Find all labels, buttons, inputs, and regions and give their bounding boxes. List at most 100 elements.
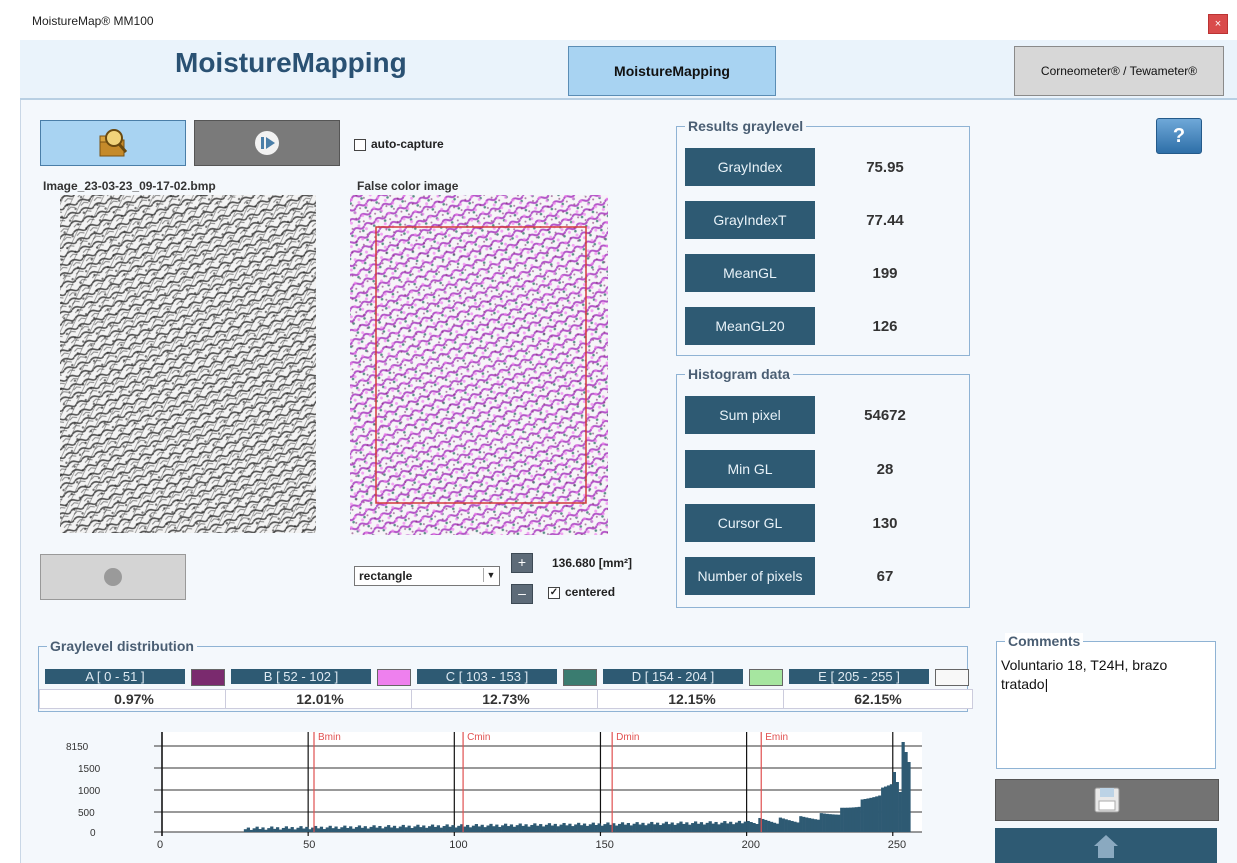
open-image-button[interactable] (40, 120, 186, 166)
histogram-bar (828, 814, 832, 832)
dist-class-label: C [ 103 - 153 ] (417, 669, 557, 684)
histogram-bar (249, 829, 253, 832)
grayindex-value: 75.95 (866, 159, 904, 176)
histogram-bar (860, 799, 864, 832)
histogram-bar (743, 821, 747, 832)
histogram-bar (296, 827, 300, 832)
results-group-title: Results graylevel (685, 118, 807, 134)
histogram-bar (585, 825, 590, 832)
histogram-bar (512, 826, 516, 832)
help-button[interactable]: ? (1156, 118, 1202, 154)
histogram-bar (734, 822, 739, 832)
histogram-bar (746, 821, 750, 832)
histogram-bar (349, 826, 353, 832)
histogram-bar (884, 786, 888, 832)
histogram-data-group: Histogram data Sum pixel 54672 Min GL 28… (676, 366, 970, 608)
histogram-bar (425, 827, 429, 832)
histogram-bar (290, 827, 294, 832)
record-button[interactable] (40, 554, 186, 600)
histogram-bar (790, 820, 794, 832)
dist-class-label: E [ 205 - 255 ] (789, 669, 929, 684)
tab-corneometer[interactable]: Corneometer® / Tewameter® (1014, 46, 1224, 96)
histogram-bar (813, 819, 818, 832)
dist-color-swatch (935, 669, 969, 686)
increase-roi-button[interactable]: + (511, 553, 533, 573)
histogram-bar (878, 795, 882, 832)
histogram-bar (270, 826, 274, 832)
roi-shape-select[interactable]: rectangle ▼ (354, 566, 500, 586)
home-icon (1094, 834, 1118, 858)
histogram-bar (863, 798, 867, 832)
comments-textarea[interactable]: Voluntario 18, T24H, brazo tratado| (1001, 656, 1211, 694)
histogram-bar (501, 825, 505, 832)
histogram-bar (694, 821, 698, 832)
histogram-bar (416, 824, 420, 832)
class-marker-label: Emin (765, 732, 788, 743)
histogram-bar (618, 823, 622, 832)
y-tick-label: 0 (90, 828, 96, 839)
histogram-bar (384, 826, 388, 832)
histogram-bar (337, 828, 341, 832)
y-tick-label: 500 (78, 808, 95, 819)
histogram-bar (258, 829, 262, 832)
histogram-bar (623, 824, 628, 832)
auto-capture-checkbox[interactable]: auto-capture (354, 137, 444, 151)
histogram-bar (404, 827, 408, 832)
x-tick-label: 100 (449, 839, 467, 851)
close-button[interactable]: × (1208, 14, 1228, 34)
histogram-bar (597, 823, 601, 832)
histogram-bar (857, 806, 861, 832)
histogram-bar (822, 813, 826, 832)
histogram-bar (869, 797, 873, 832)
graylevel-distribution-group: Graylevel distribution A [ 0 - 51 ] 0.97… (38, 638, 973, 712)
checkbox-box[interactable]: ✓ (548, 586, 560, 599)
histogram-bar (451, 825, 455, 832)
histogram-bar (243, 829, 248, 832)
histogram-bar (264, 829, 268, 832)
capture-button[interactable] (194, 120, 340, 166)
histogram-bar (834, 814, 838, 832)
decrease-roi-button[interactable]: – (511, 584, 533, 604)
histogram-bar (419, 827, 423, 832)
histogram-bar (638, 824, 642, 832)
histogram-bar (799, 816, 803, 832)
dist-class-label: D [ 154 - 204 ] (603, 669, 743, 684)
number-of-pixels-label: Number of pixels (685, 557, 815, 595)
histogram-bar (699, 822, 704, 832)
histogram-bar (653, 824, 657, 832)
histogram-bar (816, 819, 820, 832)
histogram-bar (308, 829, 312, 832)
histogram-group-title: Histogram data (685, 366, 793, 382)
histogram-bar (246, 827, 250, 832)
histogram-bar (468, 827, 473, 832)
histogram-bar (737, 820, 742, 832)
cursor-gl-value: 130 (872, 515, 898, 532)
histogram-bar (682, 823, 686, 832)
histogram-bar (667, 824, 671, 832)
centered-checkbox[interactable]: ✓ centered (548, 585, 615, 599)
histogram-bar (848, 807, 853, 832)
histogram-bar (641, 822, 645, 832)
histogram-bar (851, 807, 856, 832)
checkbox-box[interactable] (354, 138, 366, 151)
grayindext-value: 77.44 (866, 212, 904, 229)
histogram-bar (442, 826, 446, 832)
home-button[interactable] (995, 828, 1217, 863)
histogram-bar (281, 827, 286, 832)
histogram-bar (457, 825, 461, 832)
save-button[interactable] (995, 779, 1219, 821)
record-dot-icon (104, 568, 122, 586)
histogram-bar (319, 826, 324, 832)
histogram-bar (530, 824, 534, 832)
title-bar (20, 0, 1237, 41)
histogram-bar (521, 825, 525, 832)
histogram-bar (544, 824, 549, 832)
histogram-bar (255, 826, 259, 832)
histogram-bar (334, 826, 338, 832)
histogram-bar (565, 825, 569, 832)
histogram-bar (477, 826, 481, 832)
histogram-bar (620, 822, 625, 832)
tab-moisture-mapping[interactable]: MoistureMapping (568, 46, 776, 96)
histogram-bar (708, 821, 712, 832)
chevron-down-icon[interactable]: ▼ (483, 568, 498, 582)
